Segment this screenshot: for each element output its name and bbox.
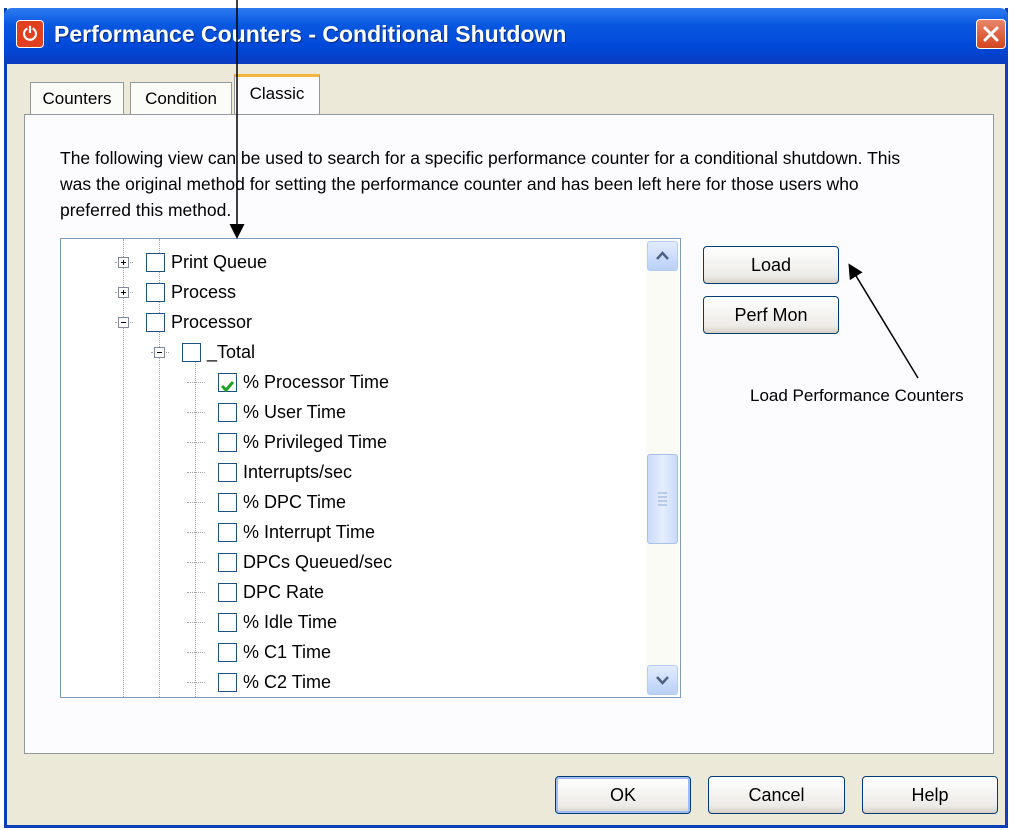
arrow-to-load xyxy=(848,263,919,379)
annotation-arrows xyxy=(229,0,919,379)
